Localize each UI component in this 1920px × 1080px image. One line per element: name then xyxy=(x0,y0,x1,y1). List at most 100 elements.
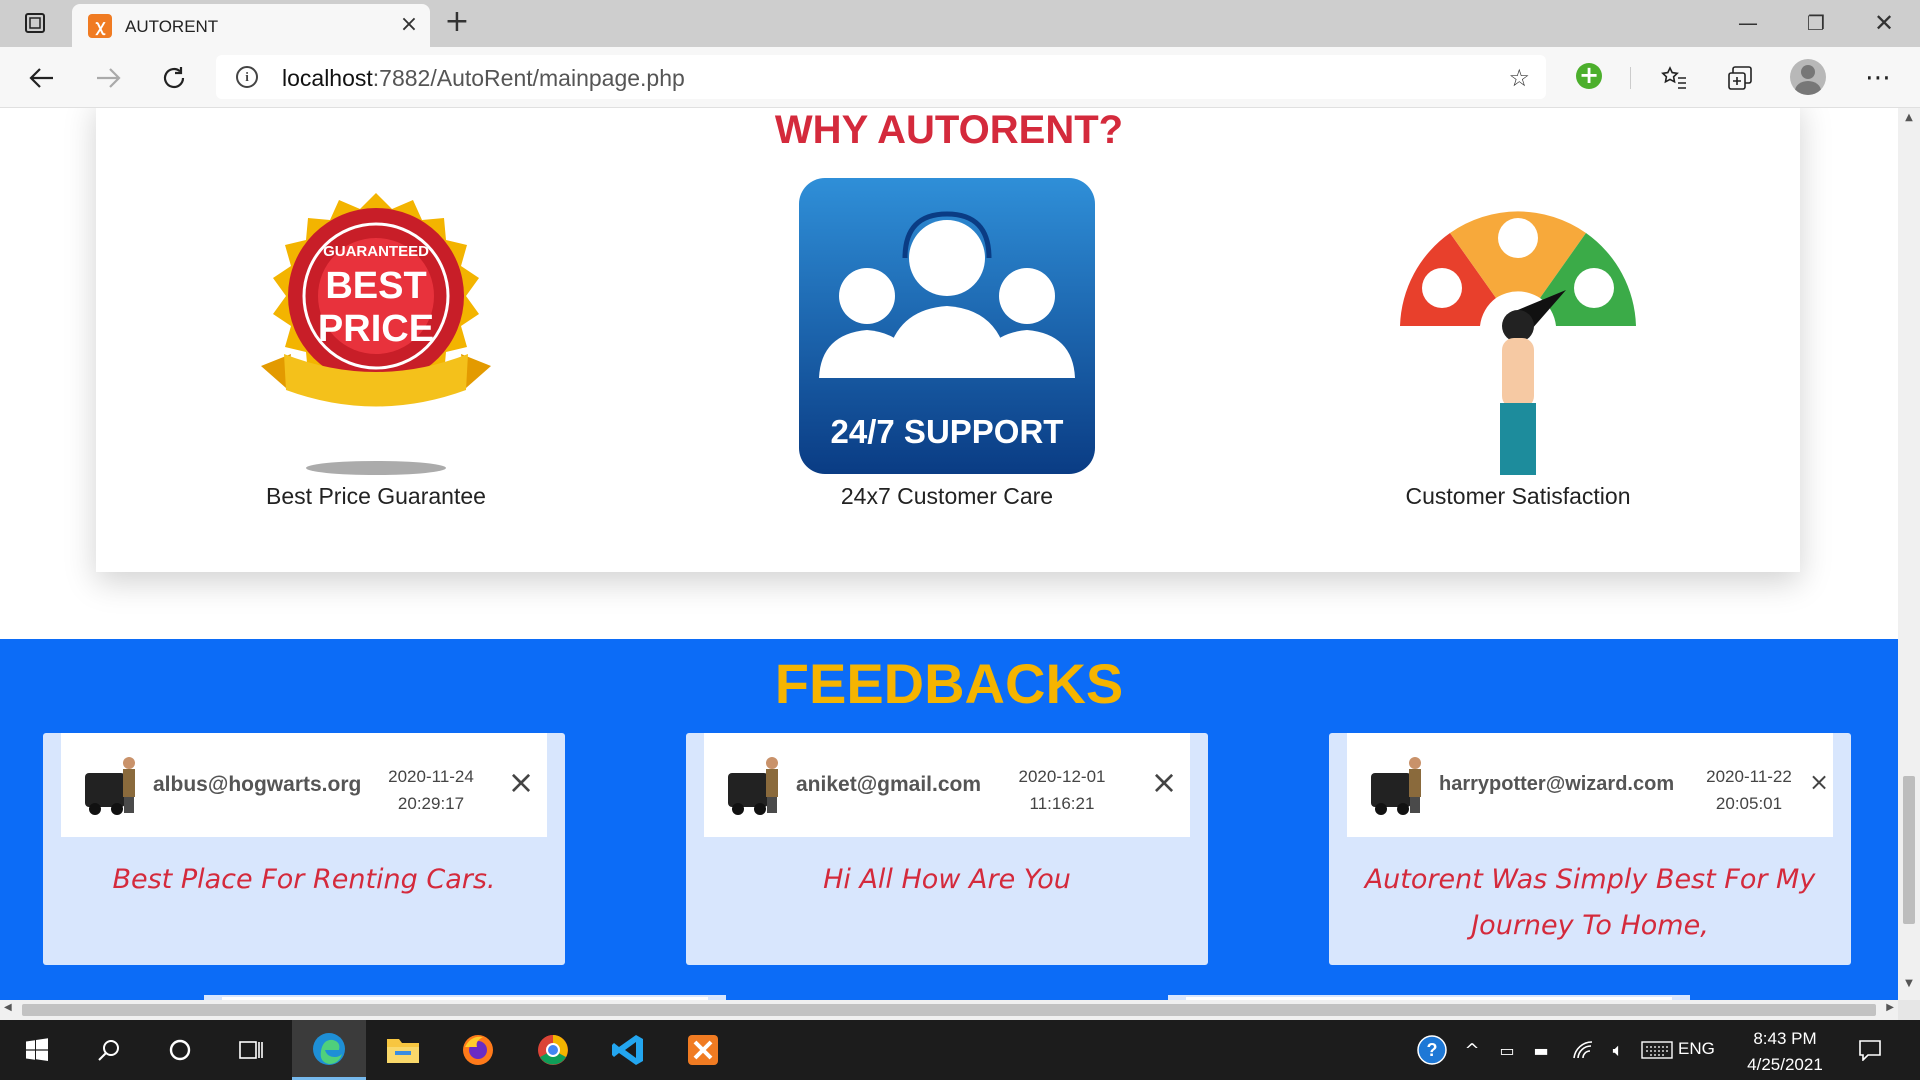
clock-date: 4/25/2021 xyxy=(1747,1055,1823,1074)
meet-now-icon[interactable]: ▭ xyxy=(1492,1020,1522,1080)
tab-title: AUTORENT xyxy=(125,17,219,36)
feedback-header: aniket@gmail.com 2020-12-01 11:16:21 × xyxy=(704,733,1190,837)
feedback-card: aniket@gmail.com 2020-12-01 11:16:21 × H… xyxy=(686,733,1208,965)
feedback-date: 2020-11-22 xyxy=(1706,767,1792,786)
restore-button[interactable]: ❐ xyxy=(1783,4,1849,42)
feedback-message: Best Place For Renting Cars. xyxy=(112,864,496,895)
profile-avatar[interactable] xyxy=(1790,59,1826,95)
url-text[interactable]: localhost:7882/AutoRent/mainpage.php xyxy=(282,65,685,92)
feature-support: 24/7 SUPPORT 24x7 Customer Care xyxy=(737,178,1157,509)
feedback-email: aniket@gmail.com xyxy=(796,773,982,796)
vscode-icon[interactable] xyxy=(591,1020,665,1080)
volume-icon[interactable]: 🔈︎ xyxy=(1603,1020,1633,1080)
scroll-right-arrow-icon[interactable]: ▶ xyxy=(1886,1002,1894,1013)
feedbacks-title: FEEDBACKS xyxy=(774,652,1124,715)
task-view-icon[interactable] xyxy=(214,1020,288,1080)
feedback-datetime: 2020-12-01 11:16:21 xyxy=(1002,763,1122,817)
user-avatar xyxy=(1371,757,1421,815)
clock[interactable]: 8:43 PM 4/25/2021 xyxy=(1730,1026,1840,1078)
user-avatar xyxy=(85,757,135,815)
horizontal-scrollbar[interactable]: ◀ ▶ xyxy=(0,1000,1898,1020)
support-icon-image: 24/7 SUPPORT xyxy=(799,178,1095,474)
tab-bar: ꭓ AUTORENT × + — ❐ ✕ xyxy=(0,0,1920,47)
clock-time: 8:43 PM xyxy=(1753,1029,1817,1048)
delete-feedback-icon[interactable]: × xyxy=(1148,766,1180,799)
user-avatar xyxy=(728,757,778,815)
add-favorite-icon[interactable]: ☆ xyxy=(1508,64,1530,92)
scroll-up-arrow-icon[interactable]: ▲ xyxy=(1898,112,1920,130)
feedback-header: albus@hogwarts.org 2020-11-24 20:29:17 × xyxy=(61,733,547,837)
feedback-time: 20:05:01 xyxy=(1715,794,1783,813)
browser-toolbar: i localhost:7882/AutoRent/mainpage.php ☆… xyxy=(0,47,1920,108)
feature-label-support: 24x7 Customer Care xyxy=(840,483,1054,509)
feature-best-price: GUARANTEED BEST PRICE Best Price Guarant… xyxy=(166,178,586,509)
reload-button[interactable] xyxy=(154,58,194,98)
delete-feedback-icon[interactable]: × xyxy=(1803,767,1835,799)
scroll-down-arrow-icon[interactable]: ▼ xyxy=(1898,978,1920,996)
badge-price-text: PRICE xyxy=(318,308,434,350)
support-image-text: 24/7 SUPPORT xyxy=(831,413,1064,450)
feedback-datetime: 2020-11-22 20:05:01 xyxy=(1689,763,1809,817)
windows-start-icon[interactable] xyxy=(0,1020,74,1080)
address-bar[interactable]: i localhost:7882/AutoRent/mainpage.php ☆ xyxy=(216,55,1546,99)
feedback-date: 2020-12-01 xyxy=(1018,767,1106,786)
minimize-button[interactable]: — xyxy=(1715,4,1781,42)
browser-tab[interactable]: ꭓ AUTORENT × xyxy=(72,4,430,47)
toolbar-divider xyxy=(1630,67,1631,89)
feedback-card: albus@hogwarts.org 2020-11-24 20:29:17 ×… xyxy=(43,733,565,965)
favorites-icon[interactable] xyxy=(1654,58,1694,98)
file-explorer-icon[interactable] xyxy=(366,1020,440,1080)
feedback-time: 20:29:17 xyxy=(397,794,465,813)
forward-button[interactable] xyxy=(88,58,128,98)
extension-icon[interactable]: + xyxy=(1576,63,1602,89)
best-price-badge-image: GUARANTEED BEST PRICE xyxy=(261,193,491,475)
feature-satisfaction: Customer Satisfaction xyxy=(1308,178,1728,509)
more-menu-icon[interactable]: ⋯ xyxy=(1858,58,1898,98)
show-hidden-icons-icon[interactable]: ^ xyxy=(1458,1020,1486,1080)
page-viewport: WHY AUTORENT? GUARANTEED BEST PRICE Best… xyxy=(0,108,1898,1000)
delete-feedback-icon[interactable]: × xyxy=(505,766,537,799)
close-tab-icon[interactable]: × xyxy=(396,13,422,39)
horizontal-scroll-thumb[interactable] xyxy=(22,1004,1876,1016)
keyboard-icon[interactable] xyxy=(1638,1020,1676,1080)
windows-taskbar: ? ^ ▭ ▬ 🔈︎ ENG 8:43 PM 4/25/2021 xyxy=(0,1020,1920,1080)
help-icon[interactable]: ? xyxy=(1412,1020,1452,1080)
vertical-scrollbar[interactable]: ▲ ▼ xyxy=(1898,108,1920,1000)
scrollbar-corner xyxy=(1898,1000,1920,1020)
feedback-date: 2020-11-24 xyxy=(388,767,474,786)
feedback-time: 11:16:21 xyxy=(1029,794,1095,813)
search-icon[interactable] xyxy=(72,1020,146,1080)
svg-text:?: ? xyxy=(1427,1040,1438,1060)
new-tab-button[interactable]: + xyxy=(440,6,474,40)
firefox-icon[interactable] xyxy=(441,1020,515,1080)
feedback-header: harrypotter@wizard.com 2020-11-22 20:05:… xyxy=(1347,733,1833,837)
close-window-button[interactable]: ✕ xyxy=(1851,4,1917,42)
vertical-scroll-thumb[interactable] xyxy=(1903,776,1915,924)
badge-guaranteed-text: GUARANTEED xyxy=(323,243,429,260)
battery-icon[interactable]: ▬ xyxy=(1526,1020,1556,1080)
satisfaction-meter-image xyxy=(1400,211,1636,475)
language-indicator[interactable]: ENG xyxy=(1678,1039,1715,1059)
feedbacks-section: FEEDBACKS albus@hogwarts.org 2020-11-24 … xyxy=(0,639,1898,1000)
feature-label-satisfaction: Customer Satisfaction xyxy=(1405,483,1631,509)
scroll-left-arrow-icon[interactable]: ◀ xyxy=(4,1002,12,1013)
badge-best-text: BEST xyxy=(325,265,426,307)
back-button[interactable] xyxy=(22,58,62,98)
cortana-icon[interactable] xyxy=(143,1020,217,1080)
site-info-icon[interactable]: i xyxy=(236,66,258,88)
tab-actions-icon[interactable] xyxy=(22,10,48,36)
network-icon[interactable] xyxy=(1568,1020,1598,1080)
why-autorent-title: WHY AUTORENT? xyxy=(774,108,1124,152)
feedback-email: harrypotter@wizard.com xyxy=(1439,773,1675,795)
xampp-icon[interactable] xyxy=(666,1020,740,1080)
feedback-message: Autorent Was Simply Best For My Journey … xyxy=(1364,864,1816,941)
collections-icon[interactable] xyxy=(1720,58,1760,98)
feedback-email: albus@hogwarts.org xyxy=(153,773,362,796)
feedback-card: harrypotter@wizard.com 2020-11-22 20:05:… xyxy=(1329,733,1851,965)
feature-label-best-price: Best Price Guarantee xyxy=(266,483,486,509)
chrome-icon[interactable] xyxy=(516,1020,590,1080)
notifications-icon[interactable] xyxy=(1850,1020,1890,1080)
xampp-icon: ꭓ xyxy=(88,14,112,38)
feedback-message: Hi All How Are You xyxy=(823,864,1071,895)
edge-icon[interactable] xyxy=(292,1020,366,1080)
